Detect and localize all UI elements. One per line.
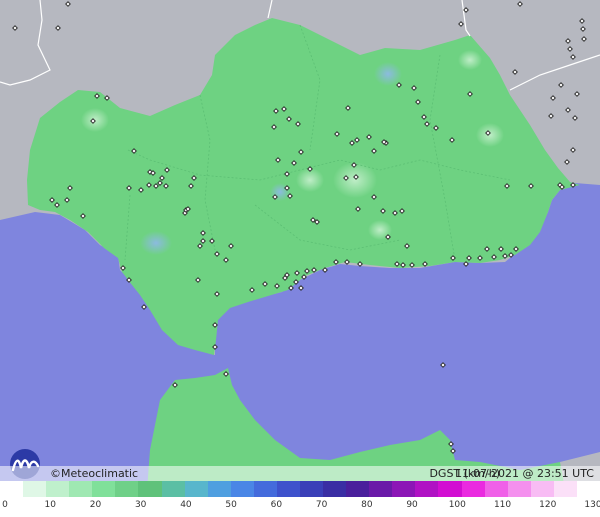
color-scale-swatch: [23, 481, 47, 497]
color-scale-swatch: [300, 481, 324, 497]
color-scale-tick: 90: [406, 500, 418, 510]
color-scale-swatch: [484, 481, 508, 497]
color-scale-tick: 110: [493, 500, 512, 510]
color-scale-tick: 70: [315, 500, 328, 510]
color-scale-swatch: [323, 481, 347, 497]
color-scale-swatch: [184, 481, 208, 497]
color-scale-swatch: [115, 481, 139, 497]
color-scale-swatch: [253, 481, 277, 497]
color-scale-swatch: [461, 481, 485, 497]
color-scale-swatch: [207, 481, 231, 497]
color-scale-tick: 130: [584, 500, 600, 510]
color-scale-ticks: 0 10 20 30 40 50 60 70 80 90 100 110 120 130: [0, 497, 600, 517]
color-scale-tick: 80: [361, 500, 373, 510]
color-scale-swatch: [161, 481, 185, 497]
color-scale-swatch: [369, 481, 393, 497]
color-scale-swatch: [230, 481, 254, 497]
color-scale-swatch: [530, 481, 554, 497]
color-scale-swatch: [138, 481, 162, 497]
color-scale-tick: 20: [89, 500, 102, 510]
color-scale-swatch: [92, 481, 116, 497]
wind-spot: [333, 162, 377, 198]
wind-spot: [476, 123, 504, 147]
color-scale-swatch: [438, 481, 462, 497]
map-footer: ©Meteoclimatic DGST (km/h) 11-07-2021 @ …: [0, 466, 600, 481]
color-scale-tick: 50: [225, 500, 237, 510]
color-scale-swatch: [0, 481, 24, 497]
color-scale-tick: 120: [539, 500, 557, 510]
wind-spot: [81, 108, 109, 132]
color-scale: 0 10 20 30 40 50 60 70 80 90 100 110 120 130: [0, 481, 600, 517]
color-scale-tick: 40: [180, 500, 192, 510]
wind-spot: [458, 50, 482, 70]
color-scale-tick: 30: [134, 500, 147, 510]
color-scale-tick: 100: [448, 500, 466, 510]
map-canvas: [0, 0, 600, 517]
color-scale-swatch: [69, 481, 93, 497]
color-scale-tick: 0: [2, 500, 8, 510]
brand-label: ©Meteoclimatic: [50, 467, 139, 480]
color-scale-bar: [0, 481, 600, 497]
color-scale-tick: 60: [270, 500, 283, 510]
color-scale-swatch: [576, 481, 600, 497]
color-scale-swatch: [415, 481, 439, 497]
color-scale-swatch: [553, 481, 577, 497]
color-scale-swatch: [46, 481, 70, 497]
color-scale-tick: 10: [44, 500, 56, 510]
color-scale-swatch: [507, 481, 531, 497]
wind-spot: [374, 62, 402, 86]
color-scale-swatch: [346, 481, 370, 497]
color-scale-swatch: [392, 481, 416, 497]
wind-spot: [140, 231, 172, 255]
timestamp-label: 11-07-2021 @ 23:51 UTC: [455, 467, 594, 480]
color-scale-swatch: [276, 481, 301, 497]
